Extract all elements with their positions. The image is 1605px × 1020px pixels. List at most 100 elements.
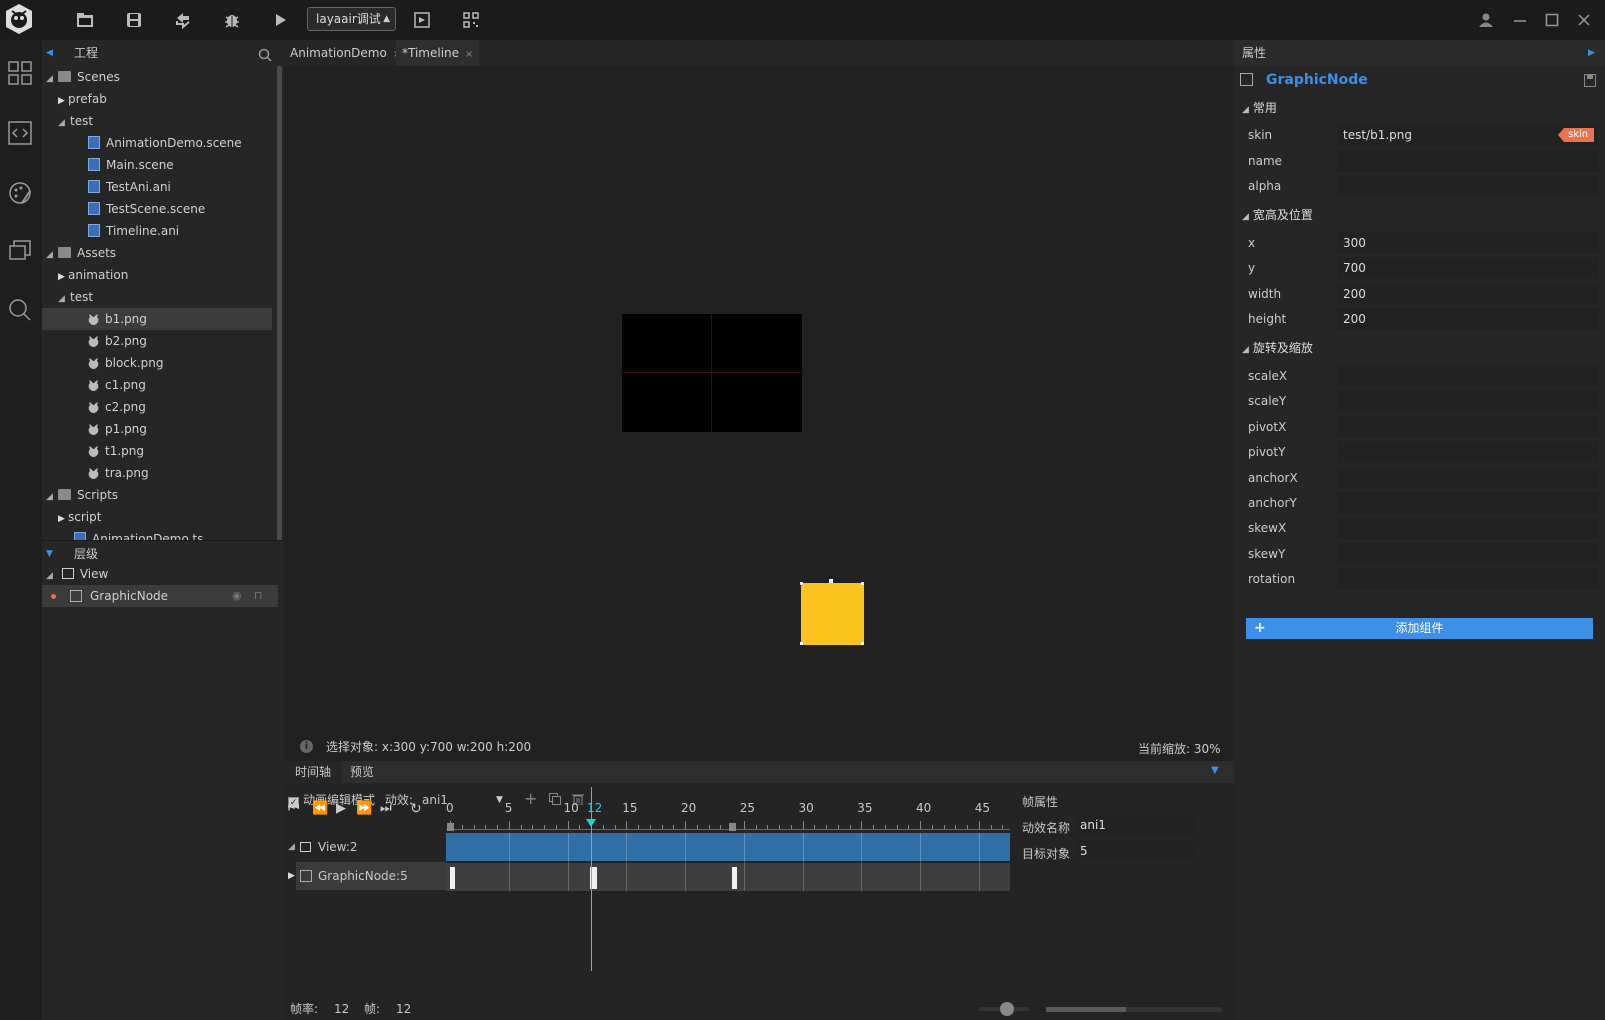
collapse-icon[interactable]: ▶ (58, 90, 68, 112)
name-field[interactable] (1337, 150, 1599, 172)
timeline-tracks[interactable] (446, 787, 1014, 971)
prev-frame-icon[interactable]: ⏪ (312, 801, 328, 816)
hier-item-view[interactable]: ◢ View (46, 563, 282, 585)
x-field[interactable]: 300 (1337, 232, 1599, 254)
tree-item[interactable]: TestScene.scene (42, 198, 272, 220)
eye-icon[interactable]: ◉ (232, 585, 242, 607)
resize-handle[interactable] (861, 582, 864, 585)
track-label-graphicnode[interactable]: ▶ GraphicNode:5 (284, 862, 446, 890)
scene-stage[interactable] (284, 66, 1234, 731)
tab-animationdemo[interactable]: AnimationDemo× (284, 40, 407, 66)
track-view[interactable] (446, 833, 1010, 861)
tree-item[interactable]: ▶ animation (42, 264, 272, 286)
close-icon[interactable] (1572, 8, 1596, 32)
expand-icon[interactable]: ◢ (46, 68, 58, 90)
width-field[interactable]: 200 (1337, 283, 1599, 305)
hier-item-graphicnode[interactable]: GraphicNode ◉ ⊓ (42, 585, 278, 607)
maximize-icon[interactable] (1540, 8, 1564, 32)
chevron-down-icon[interactable]: ▼ (1211, 765, 1219, 776)
tree-item[interactable]: ◢ test (42, 110, 272, 132)
expand-icon[interactable]: ◢ (58, 112, 70, 134)
timeline-hscroll-thumb[interactable] (1046, 1007, 1126, 1012)
frame-value[interactable]: 12 (396, 998, 411, 1020)
timeline-ruler[interactable]: 0 5 10 12 15 20 25 30 35 40 45 (446, 801, 1014, 833)
tree-item[interactable]: ◢ Scenes (42, 66, 272, 88)
pivotx-field[interactable] (1337, 416, 1599, 438)
tree-item[interactable]: ▶ prefab (42, 88, 272, 110)
tree-item[interactable]: AnimationDemo.scene (42, 132, 272, 154)
loop-icon[interactable]: ↻ (410, 801, 422, 817)
layers-window-icon[interactable] (5, 236, 35, 266)
expand-icon[interactable]: ▶ (288, 862, 295, 890)
anchorx-field[interactable] (1337, 467, 1599, 489)
expand-icon[interactable]: ◢ (46, 486, 58, 508)
pivoty-field[interactable] (1337, 441, 1599, 463)
resize-handle[interactable] (800, 642, 803, 645)
anchory-field[interactable] (1337, 492, 1599, 514)
play-icon[interactable]: ▶ (336, 801, 346, 816)
resize-handle[interactable] (829, 579, 833, 583)
range-handle[interactable] (729, 823, 736, 831)
close-tab-icon[interactable]: × (465, 49, 473, 60)
next-frame-icon[interactable]: ⏩ (356, 801, 372, 816)
track-graphicnode[interactable] (446, 863, 1010, 891)
collapse-right-icon[interactable]: ▶ (1588, 40, 1595, 66)
group-size[interactable]: ◢ 宽高及位置 (1242, 204, 1313, 226)
tree-item[interactable]: c2.png (42, 396, 272, 418)
frame-name-input[interactable]: ani1 (1076, 815, 1194, 835)
skewx-field[interactable] (1337, 517, 1599, 539)
scaley-field[interactable] (1337, 390, 1599, 412)
resize-handle[interactable] (800, 582, 803, 585)
frame-rate-value[interactable]: 12 (334, 998, 349, 1020)
track-label-view[interactable]: ◢ View:2 (284, 835, 446, 859)
expand-icon[interactable]: ◢ (58, 288, 70, 310)
tree-item[interactable]: c1.png (42, 374, 272, 396)
graphic-node-sprite[interactable] (800, 579, 864, 645)
scene-select[interactable]: layaair调试 ▲ (307, 7, 396, 31)
tab-timeline-axis[interactable]: 时间轴 (284, 761, 342, 783)
browser-preview-icon[interactable] (410, 8, 434, 32)
add-component-button[interactable]: + 添加组件 (1246, 618, 1593, 639)
group-rotate[interactable]: ◢ 旋转及缩放 (1242, 337, 1313, 359)
keyframe-marker[interactable] (731, 867, 737, 889)
range-handle[interactable] (447, 823, 454, 831)
code-icon[interactable] (5, 118, 35, 148)
collapse-left-icon[interactable]: ◀ (46, 40, 53, 66)
save-prefab-icon[interactable] (1584, 74, 1596, 90)
palette-icon[interactable] (5, 178, 35, 208)
grid-view-icon[interactable] (5, 58, 35, 88)
play-icon[interactable] (269, 8, 293, 32)
collapse-icon[interactable]: ▶ (58, 508, 68, 530)
user-icon[interactable] (1474, 8, 1498, 32)
tab-preview[interactable]: 预览 (350, 761, 374, 783)
tree-item[interactable]: AnimationDemo.ts (42, 528, 272, 540)
tree-item[interactable]: ▶ script (42, 506, 272, 528)
tree-item[interactable]: b1.png (42, 308, 272, 330)
first-frame-icon[interactable]: ⏮ (288, 801, 300, 816)
minimize-icon[interactable] (1508, 8, 1532, 32)
tree-scrollbar[interactable] (277, 66, 282, 546)
tree-item[interactable]: TestAni.ani (42, 176, 272, 198)
expand-icon[interactable]: ◢ (46, 244, 58, 266)
tree-item[interactable]: Main.scene (42, 154, 272, 176)
tree-item[interactable]: ◢ test (42, 286, 272, 308)
lock-icon[interactable]: ⊓ (254, 585, 263, 607)
group-common[interactable]: ◢ 常用 (1242, 97, 1277, 119)
tree-item[interactable]: ◢ Scripts (42, 484, 272, 506)
skin-tag[interactable]: skin (1558, 128, 1595, 142)
expand-icon[interactable]: ◢ (46, 565, 58, 587)
tree-item[interactable]: p1.png (42, 418, 272, 440)
tree-item[interactable]: b2.png (42, 330, 272, 352)
tree-item[interactable]: tra.png (42, 462, 272, 484)
tree-item[interactable]: ◢ Assets (42, 242, 272, 264)
zoom-slider-thumb[interactable] (1000, 1002, 1014, 1016)
expand-icon[interactable]: ◢ (288, 835, 295, 859)
frame-target-input[interactable]: 5 (1076, 841, 1194, 861)
height-field[interactable]: 200 (1337, 308, 1599, 330)
search-icon[interactable] (5, 295, 35, 325)
tree-item[interactable]: Timeline.ani (42, 220, 272, 242)
qrcode-icon[interactable] (459, 8, 483, 32)
save-icon[interactable] (122, 8, 146, 32)
playhead[interactable] (591, 787, 592, 971)
collapse-icon[interactable]: ▶ (58, 266, 68, 288)
